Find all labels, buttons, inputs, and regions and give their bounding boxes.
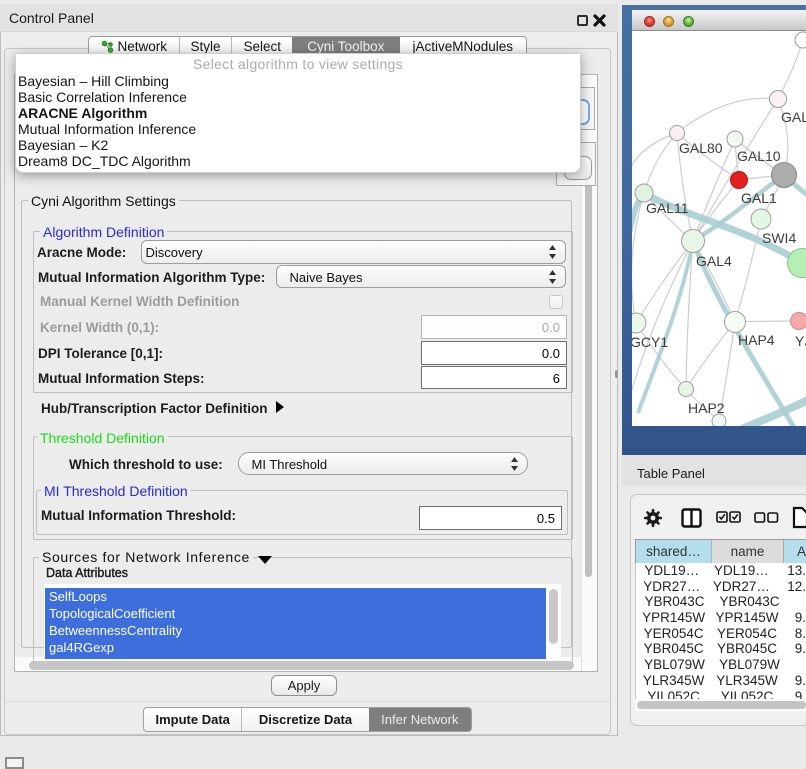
svg-text:SWI4: SWI4 bbox=[762, 230, 796, 246]
svg-text:GAL1: GAL1 bbox=[741, 190, 777, 206]
svg-text:YJ: YJ bbox=[795, 333, 806, 349]
svg-text:GAL10: GAL10 bbox=[737, 148, 781, 164]
svg-text:HAP4: HAP4 bbox=[738, 332, 775, 348]
svg-text:HAP2: HAP2 bbox=[688, 400, 725, 416]
svg-text:GCY1: GCY1 bbox=[632, 334, 668, 350]
svg-text:GAL80: GAL80 bbox=[679, 140, 723, 156]
svg-text:GAL4: GAL4 bbox=[696, 253, 732, 269]
svg-text:GAL11: GAL11 bbox=[646, 200, 689, 216]
svg-text:GAL7: GAL7 bbox=[781, 109, 806, 125]
